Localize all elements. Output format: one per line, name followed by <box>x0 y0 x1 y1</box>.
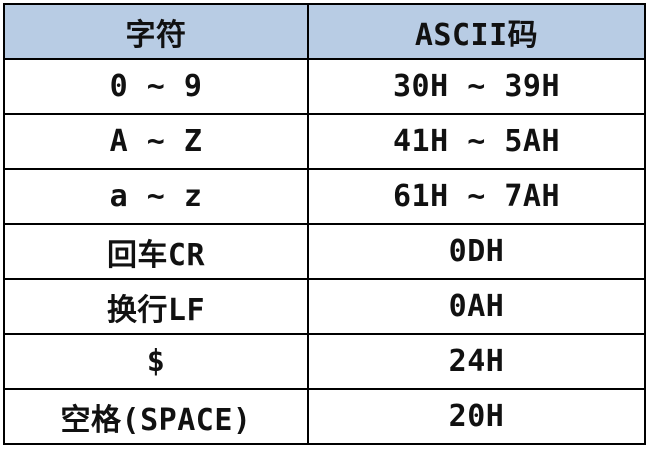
table-row: $ 24H <box>3 333 646 390</box>
cell-char: a ~ z <box>3 168 309 225</box>
table-row: 空格(SPACE) 20H <box>3 388 646 445</box>
cell-char: 换行LF <box>3 278 309 335</box>
cell-ascii: 61H ~ 7AH <box>307 168 646 225</box>
cell-char: A ~ Z <box>3 113 309 170</box>
cell-ascii: 0AH <box>307 278 646 335</box>
table-row: a ~ z 61H ~ 7AH <box>3 168 646 225</box>
header-row: 字符 ASCII码 <box>3 3 646 60</box>
table-row: 0 ~ 9 30H ~ 39H <box>3 58 646 115</box>
cell-ascii: 41H ~ 5AH <box>307 113 646 170</box>
cell-char: 空格(SPACE) <box>3 388 309 445</box>
table-row: 回车CR 0DH <box>3 223 646 280</box>
cell-ascii: 0DH <box>307 223 646 280</box>
table-row: 换行LF 0AH <box>3 278 646 335</box>
ascii-table: 字符 ASCII码 0 ~ 9 30H ~ 39H A ~ Z 41H ~ 5A… <box>3 3 646 445</box>
cell-ascii: 20H <box>307 388 646 445</box>
cell-char: 0 ~ 9 <box>3 58 309 115</box>
cell-char: $ <box>3 333 309 390</box>
header-char: 字符 <box>3 3 309 60</box>
header-ascii: ASCII码 <box>307 3 646 60</box>
table-row: A ~ Z 41H ~ 5AH <box>3 113 646 170</box>
cell-ascii: 24H <box>307 333 646 390</box>
cell-char: 回车CR <box>3 223 309 280</box>
cell-ascii: 30H ~ 39H <box>307 58 646 115</box>
